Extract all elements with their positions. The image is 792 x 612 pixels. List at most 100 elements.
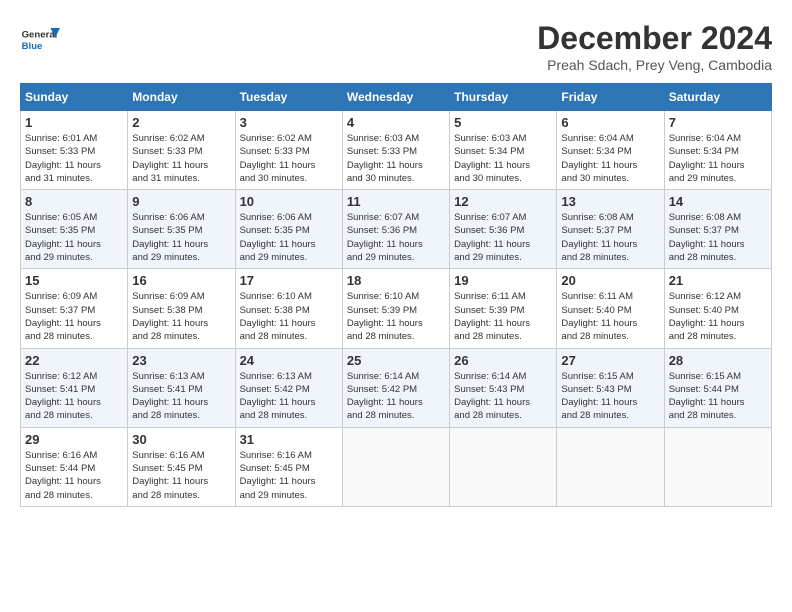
- day-info: Sunrise: 6:06 AMSunset: 5:35 PMDaylight:…: [132, 211, 230, 264]
- header-saturday: Saturday: [664, 84, 771, 111]
- day-info: Sunrise: 6:10 AMSunset: 5:39 PMDaylight:…: [347, 290, 445, 343]
- calendar-cell: 8 Sunrise: 6:05 AMSunset: 5:35 PMDaylight…: [21, 190, 128, 269]
- day-info: Sunrise: 6:03 AMSunset: 5:34 PMDaylight:…: [454, 132, 552, 185]
- day-info: Sunrise: 6:14 AMSunset: 5:43 PMDaylight:…: [454, 370, 552, 423]
- day-info: Sunrise: 6:11 AMSunset: 5:40 PMDaylight:…: [561, 290, 659, 343]
- header-tuesday: Tuesday: [235, 84, 342, 111]
- day-info: Sunrise: 6:15 AMSunset: 5:44 PMDaylight:…: [669, 370, 767, 423]
- day-number: 16: [132, 273, 230, 288]
- logo: General Blue: [20, 20, 64, 60]
- day-info: Sunrise: 6:11 AMSunset: 5:39 PMDaylight:…: [454, 290, 552, 343]
- day-info: Sunrise: 6:04 AMSunset: 5:34 PMDaylight:…: [561, 132, 659, 185]
- day-number: 4: [347, 115, 445, 130]
- calendar-cell: 12 Sunrise: 6:07 AMSunset: 5:36 PMDayligh…: [450, 190, 557, 269]
- day-number: 30: [132, 432, 230, 447]
- calendar-week-row: 22 Sunrise: 6:12 AMSunset: 5:41 PMDayligh…: [21, 348, 772, 427]
- calendar-week-row: 8 Sunrise: 6:05 AMSunset: 5:35 PMDaylight…: [21, 190, 772, 269]
- calendar-cell: 15 Sunrise: 6:09 AMSunset: 5:37 PMDayligh…: [21, 269, 128, 348]
- day-number: 6: [561, 115, 659, 130]
- day-number: 2: [132, 115, 230, 130]
- calendar-cell: 19 Sunrise: 6:11 AMSunset: 5:39 PMDayligh…: [450, 269, 557, 348]
- header-sunday: Sunday: [21, 84, 128, 111]
- day-info: Sunrise: 6:01 AMSunset: 5:33 PMDaylight:…: [25, 132, 123, 185]
- day-number: 23: [132, 353, 230, 368]
- day-info: Sunrise: 6:08 AMSunset: 5:37 PMDaylight:…: [669, 211, 767, 264]
- calendar-cell: 3Sunrise: 6:02 AMSunset: 5:33 PMDaylight…: [235, 111, 342, 190]
- day-number: 5: [454, 115, 552, 130]
- calendar-cell: 1 Sunrise: 6:01 AMSunset: 5:33 PMDaylight…: [21, 111, 128, 190]
- day-number: 25: [347, 353, 445, 368]
- page-subtitle: Preah Sdach, Prey Veng, Cambodia: [537, 57, 772, 73]
- calendar-cell: 16 Sunrise: 6:09 AMSunset: 5:38 PMDayligh…: [128, 269, 235, 348]
- day-info: Sunrise: 6:07 AMSunset: 5:36 PMDaylight:…: [454, 211, 552, 264]
- day-info: Sunrise: 6:16 AMSunset: 5:44 PMDaylight:…: [25, 449, 123, 502]
- day-number: 9: [132, 194, 230, 209]
- day-number: 24: [240, 353, 338, 368]
- calendar-cell: [664, 427, 771, 506]
- header-friday: Friday: [557, 84, 664, 111]
- day-number: 13: [561, 194, 659, 209]
- day-number: 31: [240, 432, 338, 447]
- day-number: 22: [25, 353, 123, 368]
- day-info: Sunrise: 6:03 AMSunset: 5:33 PMDaylight:…: [347, 132, 445, 185]
- page-header: General Blue December 2024 Preah Sdach, …: [20, 20, 772, 73]
- day-number: 28: [669, 353, 767, 368]
- day-number: 7: [669, 115, 767, 130]
- calendar-header-row: Sunday Monday Tuesday Wednesday Thursday…: [21, 84, 772, 111]
- day-info: Sunrise: 6:07 AMSunset: 5:36 PMDaylight:…: [347, 211, 445, 264]
- calendar-cell: 2 Sunrise: 6:02 AMSunset: 5:33 PMDaylight…: [128, 111, 235, 190]
- day-number: 19: [454, 273, 552, 288]
- day-number: 15: [25, 273, 123, 288]
- day-info: Sunrise: 6:12 AMSunset: 5:41 PMDaylight:…: [25, 370, 123, 423]
- calendar-cell: 9 Sunrise: 6:06 AMSunset: 5:35 PMDaylight…: [128, 190, 235, 269]
- day-number: 8: [25, 194, 123, 209]
- calendar-week-row: 15 Sunrise: 6:09 AMSunset: 5:37 PMDayligh…: [21, 269, 772, 348]
- calendar-cell: 22 Sunrise: 6:12 AMSunset: 5:41 PMDayligh…: [21, 348, 128, 427]
- day-number: 21: [669, 273, 767, 288]
- calendar-cell: 23 Sunrise: 6:13 AMSunset: 5:41 PMDayligh…: [128, 348, 235, 427]
- day-number: 12: [454, 194, 552, 209]
- calendar-cell: 5 Sunrise: 6:03 AMSunset: 5:34 PMDaylight…: [450, 111, 557, 190]
- calendar-cell: 4 Sunrise: 6:03 AMSunset: 5:33 PMDaylight…: [342, 111, 449, 190]
- day-number: 1: [25, 115, 123, 130]
- day-info: Sunrise: 6:09 AMSunset: 5:37 PMDaylight:…: [25, 290, 123, 343]
- day-info: Sunrise: 6:16 AMSunset: 5:45 PMDaylight:…: [240, 449, 338, 502]
- svg-text:Blue: Blue: [22, 41, 43, 52]
- day-number: 17: [240, 273, 338, 288]
- day-info: Sunrise: 6:15 AMSunset: 5:43 PMDaylight:…: [561, 370, 659, 423]
- calendar-cell: 13 Sunrise: 6:08 AMSunset: 5:37 PMDayligh…: [557, 190, 664, 269]
- calendar-cell: 17Sunrise: 6:10 AMSunset: 5:38 PMDayligh…: [235, 269, 342, 348]
- calendar-cell: 20 Sunrise: 6:11 AMSunset: 5:40 PMDayligh…: [557, 269, 664, 348]
- day-info: Sunrise: 6:08 AMSunset: 5:37 PMDaylight:…: [561, 211, 659, 264]
- day-info: Sunrise: 6:05 AMSunset: 5:35 PMDaylight:…: [25, 211, 123, 264]
- calendar-cell: 30 Sunrise: 6:16 AMSunset: 5:45 PMDayligh…: [128, 427, 235, 506]
- day-info: Sunrise: 6:04 AMSunset: 5:34 PMDaylight:…: [669, 132, 767, 185]
- calendar-cell: [342, 427, 449, 506]
- day-number: 26: [454, 353, 552, 368]
- calendar-cell: 27Sunrise: 6:15 AMSunset: 5:43 PMDayligh…: [557, 348, 664, 427]
- calendar-cell: 14Sunrise: 6:08 AMSunset: 5:37 PMDayligh…: [664, 190, 771, 269]
- day-number: 29: [25, 432, 123, 447]
- calendar-cell: 31 Sunrise: 6:16 AMSunset: 5:45 PMDayligh…: [235, 427, 342, 506]
- day-number: 18: [347, 273, 445, 288]
- day-info: Sunrise: 6:16 AMSunset: 5:45 PMDaylight:…: [132, 449, 230, 502]
- calendar-cell: 26 Sunrise: 6:14 AMSunset: 5:43 PMDayligh…: [450, 348, 557, 427]
- day-info: Sunrise: 6:09 AMSunset: 5:38 PMDaylight:…: [132, 290, 230, 343]
- header-monday: Monday: [128, 84, 235, 111]
- calendar-cell: 25Sunrise: 6:14 AMSunset: 5:42 PMDayligh…: [342, 348, 449, 427]
- header-thursday: Thursday: [450, 84, 557, 111]
- page-title: December 2024: [537, 20, 772, 57]
- day-number: 20: [561, 273, 659, 288]
- day-info: Sunrise: 6:02 AMSunset: 5:33 PMDaylight:…: [240, 132, 338, 185]
- calendar-cell: [557, 427, 664, 506]
- day-info: Sunrise: 6:12 AMSunset: 5:40 PMDaylight:…: [669, 290, 767, 343]
- day-info: Sunrise: 6:13 AMSunset: 5:41 PMDaylight:…: [132, 370, 230, 423]
- day-number: 11: [347, 194, 445, 209]
- calendar-cell: 11 Sunrise: 6:07 AMSunset: 5:36 PMDayligh…: [342, 190, 449, 269]
- calendar-cell: 7 Sunrise: 6:04 AMSunset: 5:34 PMDaylight…: [664, 111, 771, 190]
- day-info: Sunrise: 6:02 AMSunset: 5:33 PMDaylight:…: [132, 132, 230, 185]
- svg-text:General: General: [22, 30, 58, 41]
- day-info: Sunrise: 6:13 AMSunset: 5:42 PMDaylight:…: [240, 370, 338, 423]
- day-info: Sunrise: 6:06 AMSunset: 5:35 PMDaylight:…: [240, 211, 338, 264]
- day-number: 10: [240, 194, 338, 209]
